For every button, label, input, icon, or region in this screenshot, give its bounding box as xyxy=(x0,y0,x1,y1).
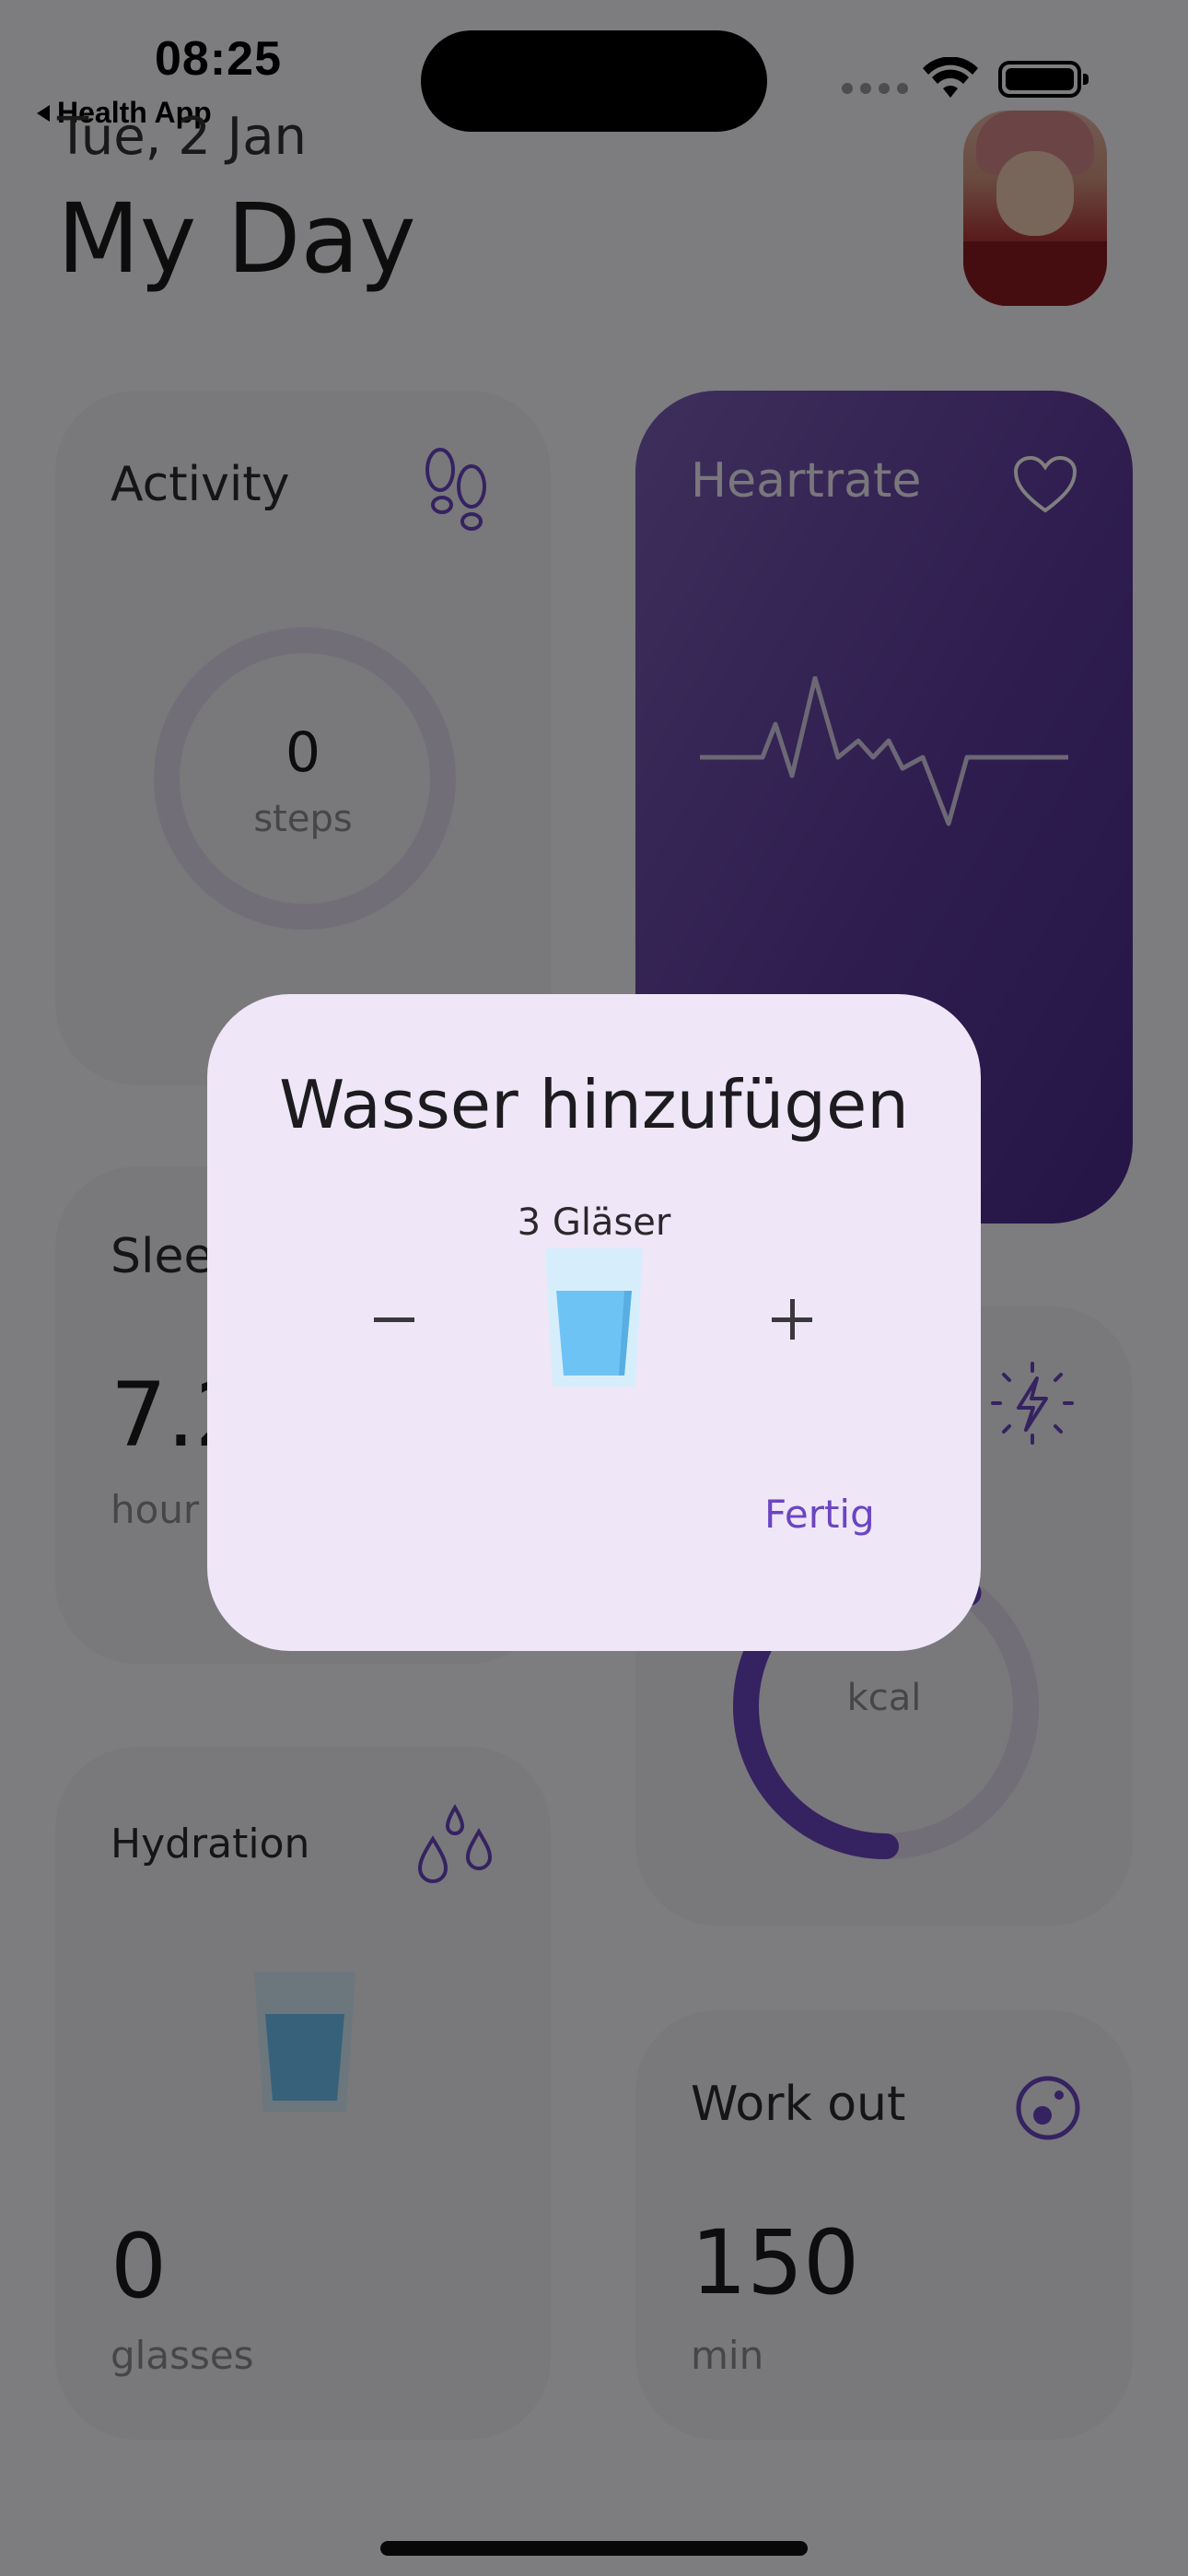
done-button[interactable]: Fertig xyxy=(764,1492,875,1537)
decrement-button[interactable] xyxy=(362,1287,426,1352)
increment-button[interactable] xyxy=(760,1287,824,1352)
glass-icon xyxy=(545,1248,643,1387)
glass-count: 3 Gläser xyxy=(517,1201,671,1244)
dialog-title: Wasser hinzufügen xyxy=(279,1066,909,1143)
add-water-dialog: Wasser hinzufügen 3 Gläser Fertig xyxy=(207,994,981,1651)
